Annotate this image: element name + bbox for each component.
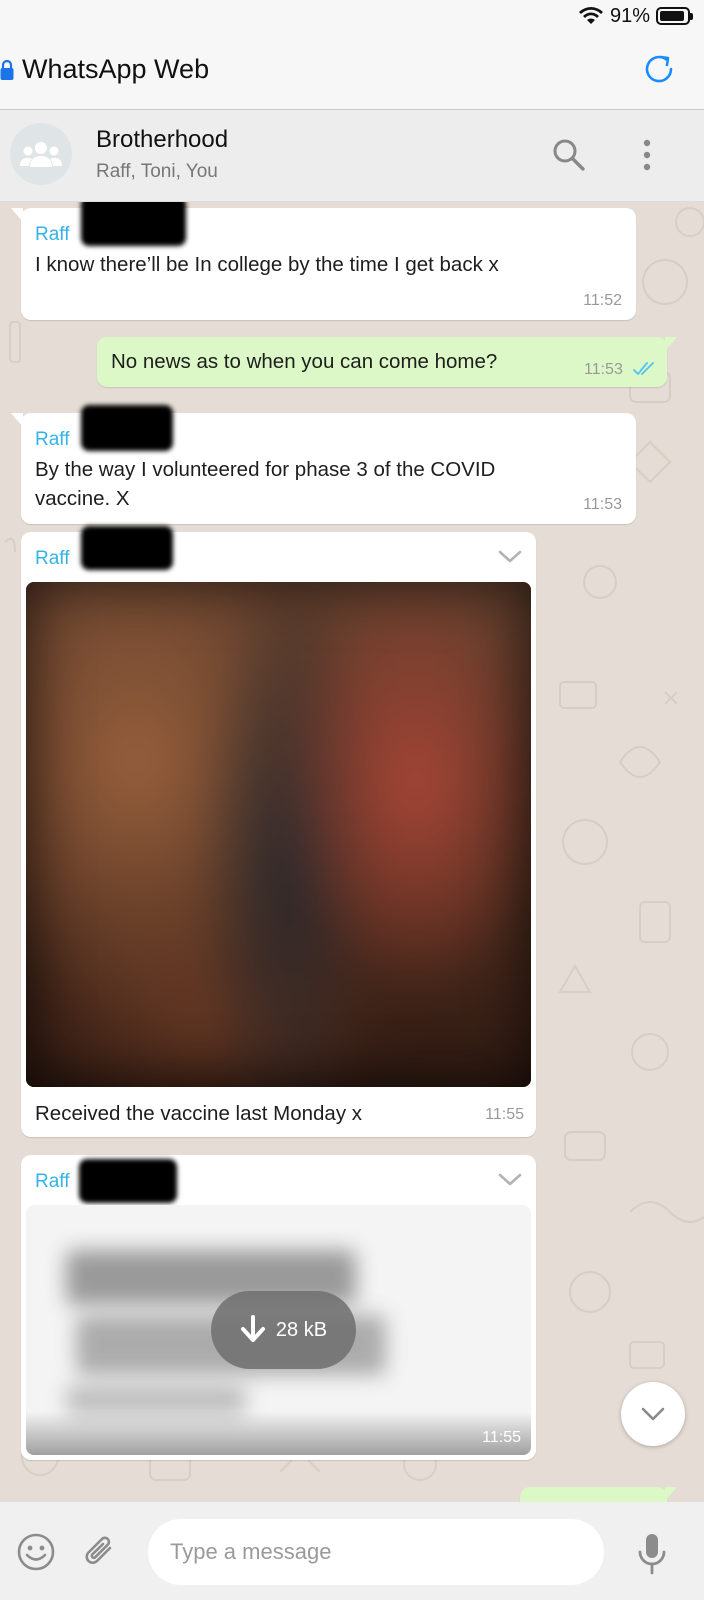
redaction-mark: [81, 405, 173, 451]
sender-name[interactable]: Raff: [35, 548, 70, 570]
battery-icon: [656, 7, 693, 25]
chat-members[interactable]: Raff, Toni, You: [96, 161, 218, 183]
sender-name[interactable]: Raff: [35, 1171, 70, 1193]
battery-level-fill: [660, 11, 684, 21]
message-time: 11:53: [583, 496, 622, 513]
message-time: 11:55: [485, 1106, 524, 1123]
sender-name[interactable]: Raff: [35, 224, 70, 246]
message-bubble-outgoing[interactable]: [520, 1487, 677, 1502]
browser-address-bar: WhatsApp Web: [0, 34, 704, 110]
preview-gradient: [26, 1411, 531, 1455]
more-options-icon[interactable]: [632, 138, 662, 172]
bubble-tail: [11, 208, 23, 222]
scroll-to-bottom-button[interactable]: [621, 1382, 685, 1446]
shared-photo[interactable]: [26, 582, 531, 1087]
message-time: 11:55: [482, 1429, 521, 1446]
chat-name[interactable]: Brotherhood: [96, 126, 228, 154]
group-avatar-icon[interactable]: [10, 123, 72, 185]
conversation-panel[interactable]: Raff I know there’ll be In college by th…: [0, 202, 704, 1502]
document-preview[interactable]: 11:55 28 kB: [26, 1205, 531, 1455]
download-button[interactable]: 28 kB: [211, 1291, 356, 1369]
bubble-tail: [665, 1487, 677, 1501]
message-text-line-2: vaccine. X: [35, 487, 130, 510]
message-bubble-outgoing[interactable]: No news as to when you can come home? 11…: [97, 337, 677, 387]
message-input[interactable]: [148, 1519, 604, 1585]
download-size: 28 kB: [275, 1318, 328, 1341]
message-bubble[interactable]: Raff By the way I volunteered for phase …: [11, 405, 636, 524]
message-text: No news as to when you can come home?: [111, 350, 498, 373]
reload-icon[interactable]: [640, 50, 678, 88]
message-bubble[interactable]: Raff I know there’ll be In college by th…: [11, 202, 636, 320]
battery-percentage: 91%: [609, 4, 650, 27]
emoji-icon[interactable]: [16, 1532, 56, 1572]
redaction-mark: [81, 526, 173, 570]
double-check-read-icon: [633, 362, 654, 375]
chevron-down-icon[interactable]: [498, 550, 522, 564]
download-arrow-icon: [240, 1315, 265, 1342]
bubble-tail: [665, 337, 677, 351]
microphone-icon[interactable]: [636, 1532, 668, 1576]
message-composer: [0, 1502, 704, 1600]
image-message-bubble[interactable]: Raff Received the vaccine last Monday x …: [21, 526, 536, 1137]
status-bar: 91%: [0, 0, 704, 34]
chat-header[interactable]: Brotherhood Raff, Toni, You: [0, 110, 704, 202]
chevron-down-icon[interactable]: [498, 1173, 522, 1187]
bubble-tail: [11, 413, 23, 427]
document-message-bubble[interactable]: Raff 11:55 28 kB: [21, 1155, 536, 1460]
redaction-mark: [79, 1159, 177, 1203]
page-title: WhatsApp Web: [22, 54, 210, 84]
attach-icon[interactable]: [80, 1532, 120, 1572]
image-caption: Received the vaccine last Monday x: [35, 1102, 363, 1125]
chevron-down-icon: [641, 1407, 665, 1421]
message-text-line-1: By the way I volunteered for phase 3 of …: [35, 458, 496, 481]
search-icon[interactable]: [552, 138, 586, 172]
message-time: 11:52: [583, 292, 622, 309]
status-indicators: 91%: [578, 4, 693, 28]
lock-icon: [0, 59, 14, 80]
wifi-icon: [578, 7, 603, 24]
sender-name[interactable]: Raff: [35, 429, 70, 451]
message-text: I know there’ll be In college by the tim…: [35, 253, 499, 276]
redaction-mark: [81, 202, 186, 246]
message-time: 11:53: [584, 361, 623, 378]
